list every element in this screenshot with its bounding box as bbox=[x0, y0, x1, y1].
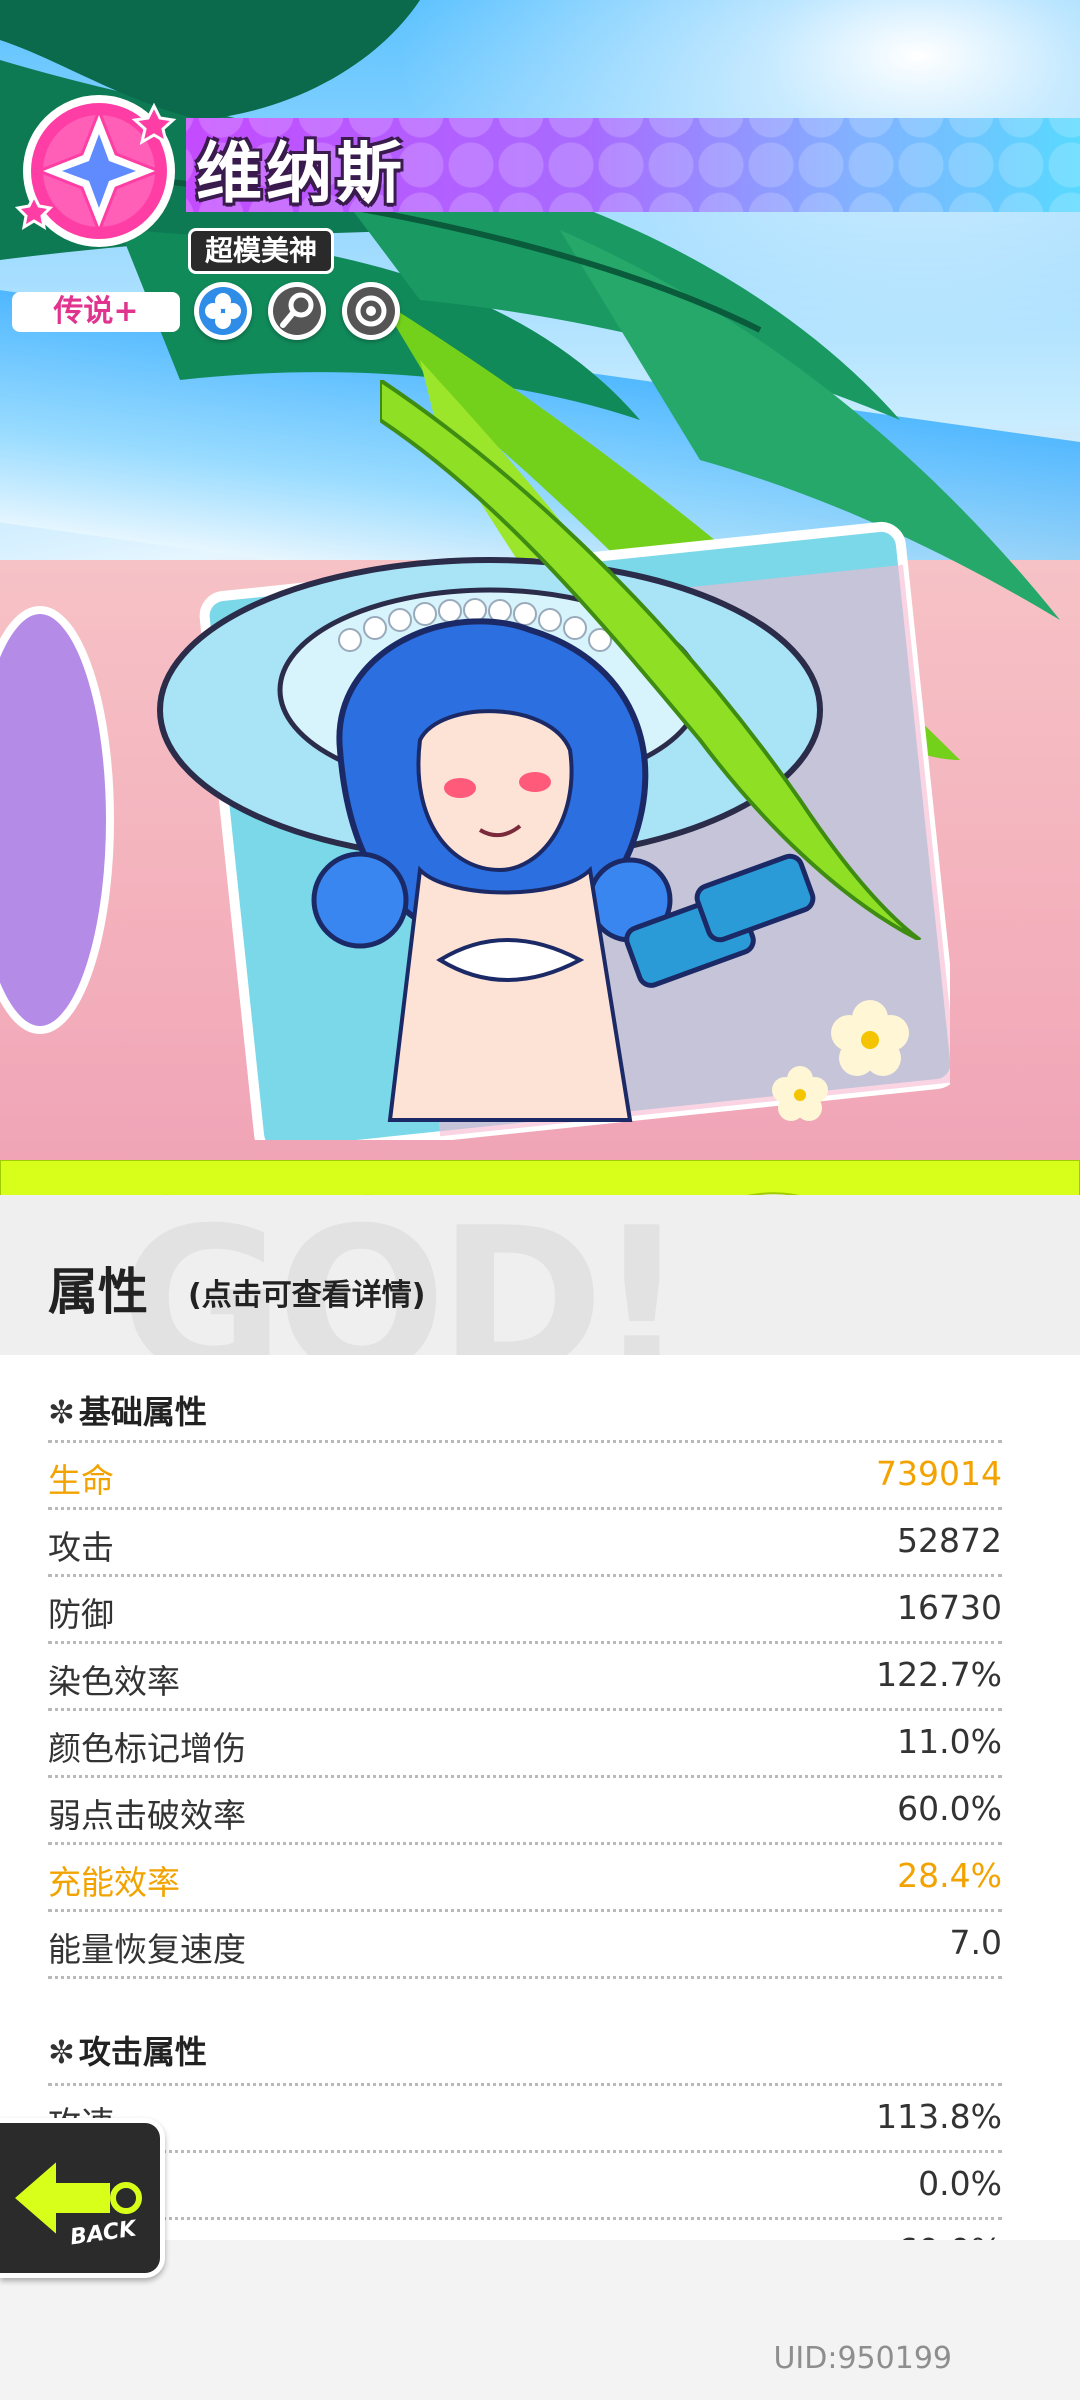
stat-value: 52872 bbox=[897, 1521, 1002, 1560]
sync-icon[interactable] bbox=[342, 282, 400, 340]
stat-label: 生命 bbox=[48, 1461, 114, 1500]
stat-row-partial[interactable]: 0.0% bbox=[48, 2150, 1002, 2217]
character-title: 超模美神 bbox=[188, 228, 335, 274]
stat-value: 16730 bbox=[897, 1588, 1002, 1627]
rarity-badge: 传说+ bbox=[12, 292, 180, 332]
stat-value: 113.8% bbox=[876, 2097, 1002, 2136]
back-button[interactable]: BACK bbox=[0, 2118, 165, 2278]
attributes-title: 属性 bbox=[48, 1263, 148, 1321]
rank-emblem-icon bbox=[14, 95, 177, 247]
wrench-icon[interactable] bbox=[268, 282, 326, 340]
flower-icon: ✼ bbox=[48, 1393, 75, 1431]
group-title-attack: ✼ 攻击属性 bbox=[48, 2033, 207, 2071]
stat-label: 染色效率 bbox=[48, 1662, 180, 1701]
stat-row-attack[interactable]: 攻击 52872 bbox=[48, 1507, 1002, 1574]
back-arrow-icon bbox=[8, 2153, 142, 2243]
stat-row-dye-efficiency[interactable]: 染色效率 122.7% bbox=[48, 1641, 1002, 1708]
stat-label: 弱点击破效率 bbox=[48, 1796, 246, 1835]
stat-row-weakness-break[interactable]: 弱点击破效率 60.0% bbox=[48, 1775, 1002, 1842]
stat-row-defense[interactable]: 防御 16730 bbox=[48, 1574, 1002, 1641]
clover-icon[interactable] bbox=[194, 282, 252, 340]
stat-row-energy-recovery[interactable]: 能量恢复速度 7.0 bbox=[48, 1909, 1002, 1976]
group-title-basic: ✼ 基础属性 bbox=[48, 1393, 207, 1431]
stat-row-hp[interactable]: 生命 739014 bbox=[48, 1440, 1002, 1507]
stat-value: 0.0% bbox=[918, 2164, 1002, 2203]
stat-row-charge-efficiency[interactable]: 充能效率 28.4% bbox=[48, 1842, 1002, 1909]
stat-row-color-mark-damage[interactable]: 颜色标记增伤 11.0% bbox=[48, 1708, 1002, 1775]
flower-icon: ✼ bbox=[48, 2033, 75, 2071]
stat-value: 122.7% bbox=[876, 1655, 1002, 1694]
stat-value: 60.0% bbox=[897, 1789, 1002, 1828]
stat-value: 7.0 bbox=[949, 1923, 1002, 1962]
attributes-hint[interactable]: (点击可查看详情) bbox=[188, 1270, 425, 1314]
character-name: 维纳斯 bbox=[196, 135, 406, 212]
uid-text: UID:950199 bbox=[773, 2341, 952, 2376]
stat-label: 充能效率 bbox=[48, 1863, 180, 1902]
palm-leaf-foreground bbox=[380, 380, 922, 940]
stat-label: 防御 bbox=[48, 1595, 114, 1634]
row-divider bbox=[48, 1976, 1002, 1982]
stat-label: 颜色标记增伤 bbox=[48, 1729, 246, 1768]
stat-value: 739014 bbox=[876, 1454, 1002, 1493]
stat-label: 能量恢复速度 bbox=[48, 1930, 246, 1969]
stat-value: 28.4% bbox=[897, 1856, 1002, 1895]
stat-row-attack-speed[interactable]: 攻速 113.8% bbox=[48, 2083, 1002, 2150]
attributes-header: GOD! bbox=[0, 1195, 1080, 1355]
stat-value: 11.0% bbox=[897, 1722, 1002, 1761]
stat-label: 攻击 bbox=[48, 1528, 114, 1567]
